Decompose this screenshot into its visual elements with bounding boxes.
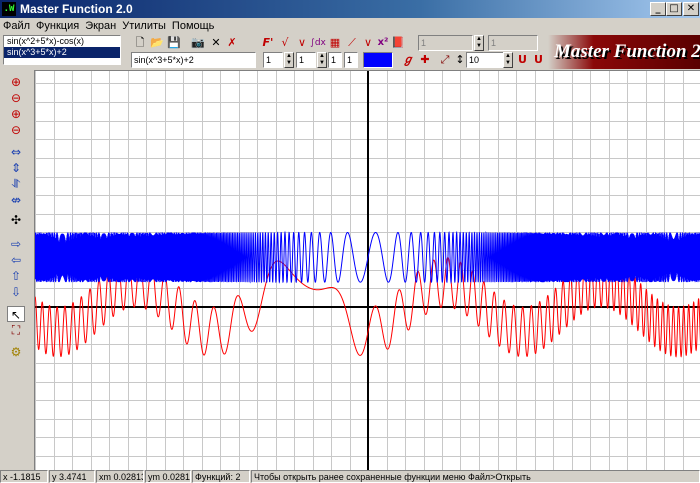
book-icon[interactable]: 📕 [390, 35, 406, 51]
magnet-alt-icon[interactable]: Ս [530, 52, 546, 68]
step-input[interactable]: 10 [466, 52, 504, 68]
color-picker[interactable] [363, 52, 393, 68]
delete-icon[interactable]: ✕ [208, 35, 224, 51]
stretch-vertical-icon[interactable]: ⇕ [7, 160, 25, 176]
minimize-button[interactable]: _ [650, 2, 666, 16]
move-up-icon[interactable]: ⇧ [7, 268, 25, 284]
function-list[interactable]: sin(x^2+5*x)-cos(x) sin(x^3+5*x)+2 [3, 35, 121, 65]
line-width-icon[interactable]: ⤢ [437, 52, 453, 68]
square-icon[interactable]: x² [375, 35, 391, 51]
tangent-icon[interactable]: ∨ [360, 35, 376, 51]
open-folder-icon[interactable]: 📂 [149, 35, 165, 51]
expression-input[interactable]: sin(x^3+5*x)+2 [131, 52, 256, 68]
disabled-field-1: 1 [418, 35, 473, 51]
graph-canvas[interactable] [34, 71, 700, 471]
curve-icon[interactable]: ∨ [294, 35, 310, 51]
spin-field-2[interactable]: 1 [296, 52, 316, 68]
pointer-icon[interactable]: ↖ [7, 306, 25, 322]
magnet-icon[interactable]: Ս [514, 52, 530, 68]
status-bar: x -1.1815 y 3.4741 xm 0.02813 ym 0.02813… [0, 470, 700, 483]
menu-function[interactable]: Функция [33, 18, 82, 33]
menu-bar: Файл Функция Экран Утилиты Помощь [0, 18, 700, 34]
zoom-in-icon[interactable]: ⊕ [7, 74, 25, 90]
shrink-vertical-icon[interactable]: ⥯ [7, 176, 25, 192]
parabola-icon[interactable]: √ [277, 35, 293, 51]
delete-all-icon[interactable]: ✗ [224, 35, 240, 51]
app-logo: Master Function 2.0 [548, 35, 700, 69]
spin-field-4[interactable]: 1 [344, 52, 358, 68]
status-function-count: Функций: 2 [192, 470, 250, 483]
zoom-out-icon[interactable]: ⊖ [7, 90, 25, 106]
move-down-icon[interactable]: ⇩ [7, 284, 25, 300]
menu-utilities[interactable]: Утилиты [119, 18, 169, 33]
disabled-field-2: 1 [488, 35, 538, 51]
save-icon[interactable]: 💾 [166, 35, 182, 51]
point-tool-icon[interactable]: ⛶ [7, 322, 25, 338]
function-list-item[interactable]: sin(x^2+5*x)-cos(x) [4, 36, 120, 47]
app-icon: .W [2, 2, 16, 16]
status-xm: xm 0.02813 [96, 470, 144, 483]
disabled-spin-1: ▲ ▼ [474, 35, 484, 51]
menu-file[interactable]: Файл [0, 18, 33, 33]
spin-buttons-1[interactable]: ▲ ▼ [284, 52, 294, 68]
window-title: Master Function 2.0 [20, 2, 133, 16]
left-toolbar: ⊕ ⊖ ⊕ ⊖ ⇔ ⇕ ⥯ ⇎ ✣ ⇨ ⇦ ⇧ ⇩ ↖ ⛶ ⚙ [0, 70, 34, 470]
status-hint: Чтобы открыть ранее сохраненные функции … [251, 470, 700, 483]
zoom-out-alt-icon[interactable]: ⊖ [7, 122, 25, 138]
close-button[interactable]: ✕ [683, 2, 699, 16]
spin-field-3[interactable]: 1 [328, 52, 342, 68]
new-file-icon[interactable]: 🗋 [132, 35, 148, 51]
graph-area[interactable] [34, 70, 700, 471]
status-x: x -1.1815 [0, 470, 48, 483]
status-ym: ym 0.02813 [145, 470, 191, 483]
camera-icon[interactable]: 📷 [190, 35, 206, 51]
move-right-icon[interactable]: ⇨ [7, 236, 25, 252]
function-list-item-selected[interactable]: sin(x^3+5*x)+2 [4, 47, 120, 58]
step-spin[interactable]: ▲ ▼ [503, 52, 513, 68]
menu-screen[interactable]: Экран [82, 18, 119, 33]
remove-style-icon[interactable]: ✚ [417, 52, 433, 68]
title-bar: .W Master Function 2.0 _ □ ✕ [0, 0, 700, 18]
shrink-horizontal-icon[interactable]: ⇎ [7, 192, 25, 208]
center-axes-icon[interactable]: ✣ [7, 212, 25, 228]
derivative-icon[interactable]: F' [260, 35, 276, 51]
settings-gears-icon[interactable]: ⚙ [7, 344, 25, 360]
stretch-horizontal-icon[interactable]: ⇔ [7, 144, 25, 160]
zoom-in-alt-icon[interactable]: ⊕ [7, 106, 25, 122]
logo-text: Master Function 2.0 [554, 41, 700, 62]
integral-icon[interactable]: ∫dx [310, 35, 326, 51]
status-y: y 3.4741 [49, 470, 95, 483]
spin-buttons-2[interactable]: ▲ ▼ [317, 52, 327, 68]
spin-field-1[interactable]: 1 [263, 52, 283, 68]
table-icon[interactable]: ▦ [327, 35, 343, 51]
line-icon[interactable]: ⟋ [344, 35, 360, 51]
menu-help[interactable]: Помощь [169, 18, 218, 33]
edit-function-icon[interactable]: ℊ [400, 52, 416, 68]
move-left-icon[interactable]: ⇦ [7, 252, 25, 268]
maximize-button[interactable]: □ [666, 2, 682, 16]
